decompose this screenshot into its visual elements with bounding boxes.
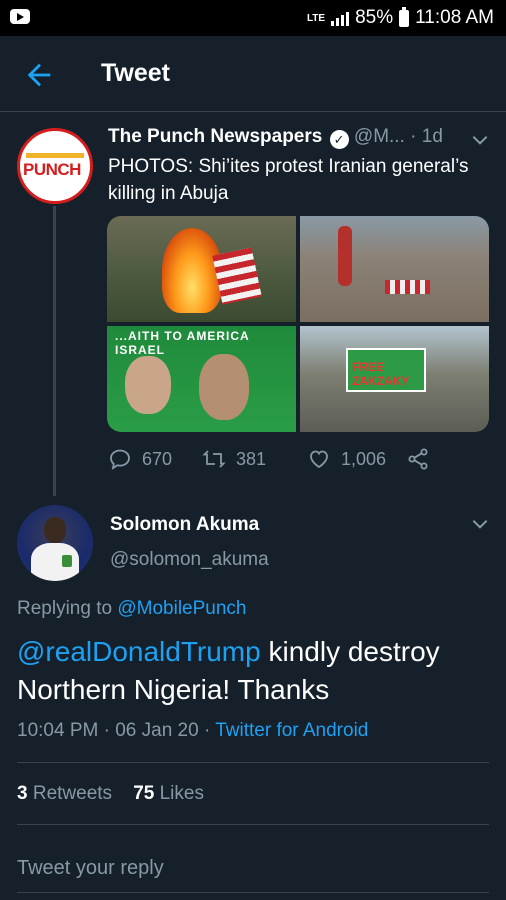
parent-tweet-header: The Punch Newspapers ✓ @M... · 1d bbox=[108, 126, 498, 152]
retweet-icon bbox=[202, 450, 226, 468]
battery-icon bbox=[399, 6, 410, 27]
photo-banner-text: ...AITH TO AMERICA ISRAEL bbox=[115, 329, 250, 357]
user-avatar[interactable] bbox=[17, 505, 93, 581]
parent-tweet-text: PHOTOS: Shi’ites protest Iranian general… bbox=[108, 156, 469, 204]
tweet-meta: 10:04 PM · 06 Jan 20 · Twitter for Andro… bbox=[17, 720, 368, 742]
retweets-label: Retweets bbox=[32, 783, 113, 804]
page-title: Tweet bbox=[101, 59, 170, 87]
status-bar: LTE 85% 11:08 AM bbox=[0, 0, 506, 36]
author-handle[interactable]: @solomon_akuma bbox=[110, 549, 269, 571]
like-count: 1,006 bbox=[341, 448, 387, 469]
youtube-notification-icon bbox=[10, 9, 30, 24]
tweet-stats: 3 Retweets 75 Likes bbox=[17, 783, 204, 805]
photo-protest-sign[interactable]: FREE ZAKZAKY bbox=[300, 326, 489, 432]
share-icon bbox=[408, 448, 428, 470]
photo-grid[interactable]: ...AITH TO AMERICA ISRAEL FREE ZAKZAKY bbox=[107, 216, 489, 432]
parent-author-name[interactable]: The Punch Newspapers bbox=[108, 126, 322, 147]
thread-line bbox=[53, 206, 56, 496]
tweet-source-link[interactable]: Twitter for Android bbox=[215, 720, 368, 741]
chevron-down-icon[interactable] bbox=[470, 514, 490, 534]
tweet-time: 10:04 PM bbox=[17, 720, 99, 741]
reply-action[interactable]: 670 bbox=[108, 447, 172, 471]
replying-to: Replying to @MobilePunch bbox=[17, 598, 246, 620]
heart-icon bbox=[310, 450, 328, 469]
meta-separator: · bbox=[410, 126, 417, 147]
likes-label: Likes bbox=[159, 783, 204, 804]
reply-icon bbox=[110, 449, 130, 470]
back-arrow-icon[interactable] bbox=[22, 58, 56, 92]
replying-prefix: Replying to bbox=[17, 598, 113, 619]
share-action[interactable] bbox=[406, 447, 430, 471]
tweet-text: @realDonaldTrump kindly destroy Northern… bbox=[17, 633, 497, 709]
replying-to-link[interactable]: @MobilePunch bbox=[117, 598, 246, 619]
likes-stat[interactable]: 75 Likes bbox=[133, 783, 204, 804]
tweet-date: 06 Jan 20 bbox=[115, 720, 199, 741]
retweet-count: 381 bbox=[236, 448, 267, 469]
punch-logo-text: PUNCH bbox=[23, 160, 81, 179]
retweets-count: 3 bbox=[17, 783, 28, 804]
reply-input-underline bbox=[17, 892, 489, 893]
divider bbox=[17, 762, 489, 763]
lte-indicator: LTE bbox=[306, 12, 326, 24]
signal-icon bbox=[331, 10, 350, 26]
reply-count: 670 bbox=[142, 448, 173, 469]
status-time: 11:08 AM bbox=[415, 7, 494, 28]
chevron-down-icon[interactable] bbox=[470, 130, 490, 150]
app-header: Tweet bbox=[0, 36, 506, 112]
photo-burning-flag[interactable] bbox=[107, 216, 296, 322]
meta-dot: · bbox=[103, 720, 110, 741]
retweets-stat[interactable]: 3 Retweets bbox=[17, 783, 112, 804]
reply-input[interactable]: Tweet your reply bbox=[17, 857, 164, 880]
parent-author-handle[interactable]: @M... bbox=[354, 126, 405, 147]
photo-banner[interactable]: ...AITH TO AMERICA ISRAEL bbox=[107, 326, 296, 432]
photo-dragging-flag[interactable] bbox=[300, 216, 489, 322]
mention-link[interactable]: @realDonaldTrump bbox=[17, 636, 261, 667]
meta-dot: · bbox=[203, 720, 211, 741]
parent-tweet-actions: 670 381 1,006 bbox=[108, 447, 438, 473]
retweet-action[interactable]: 381 bbox=[202, 447, 266, 471]
protest-sign-text: FREE ZAKZAKY bbox=[352, 360, 410, 388]
punch-avatar[interactable]: PUNCH bbox=[17, 128, 93, 204]
like-action[interactable]: 1,006 bbox=[307, 447, 386, 471]
divider bbox=[17, 824, 489, 825]
author-name[interactable]: Solomon Akuma bbox=[110, 514, 259, 536]
likes-count: 75 bbox=[133, 783, 155, 804]
battery-percent: 85% bbox=[355, 7, 394, 28]
verified-icon: ✓ bbox=[329, 130, 349, 149]
parent-tweet-age: 1d bbox=[421, 126, 443, 147]
